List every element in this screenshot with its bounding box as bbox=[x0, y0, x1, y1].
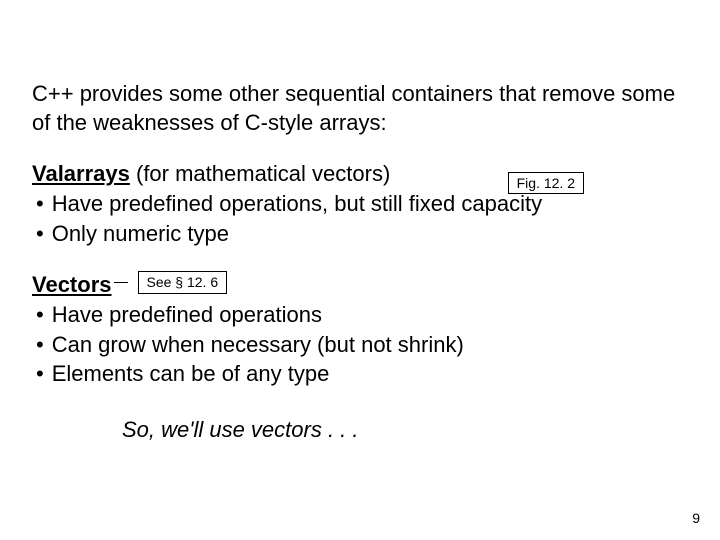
bullet-text: Elements can be of any type bbox=[52, 359, 330, 389]
connector-line bbox=[114, 282, 128, 283]
vectors-heading: Vectors See § 12. 6 bbox=[32, 270, 688, 300]
list-item: Have predefined operations, but still fi… bbox=[32, 189, 688, 219]
list-item: Have predefined operations bbox=[32, 300, 688, 330]
valarray-section: Valarrays (for mathematical vectors) Hav… bbox=[32, 159, 688, 248]
vectors-section: Vectors See § 12. 6 Have predefined opera… bbox=[32, 270, 688, 389]
valarray-title-suffix: (for mathematical vectors) bbox=[130, 161, 390, 186]
valarray-title: Valarrays bbox=[32, 161, 130, 186]
bullet-text: Have predefined operations, but still fi… bbox=[52, 189, 542, 219]
intro-text: C++ provides some other sequential conta… bbox=[32, 80, 688, 137]
slide: C++ provides some other sequential conta… bbox=[0, 0, 720, 540]
figure-reference-box: Fig. 12. 2 bbox=[508, 172, 584, 194]
bullet-text: Have predefined operations bbox=[52, 300, 322, 330]
bullet-text: Can grow when necessary (but not shrink) bbox=[52, 330, 464, 360]
list-item: Elements can be of any type bbox=[32, 359, 688, 389]
valarray-heading: Valarrays (for mathematical vectors) bbox=[32, 159, 688, 189]
see-reference-box: See § 12. 6 bbox=[138, 271, 228, 294]
page-number: 9 bbox=[692, 510, 700, 526]
closing-text: So, we'll use vectors . . . bbox=[122, 417, 688, 443]
list-item: Only numeric type bbox=[32, 219, 688, 249]
list-item: Can grow when necessary (but not shrink) bbox=[32, 330, 688, 360]
bullet-text: Only numeric type bbox=[52, 219, 229, 249]
vectors-title: Vectors bbox=[32, 272, 112, 297]
